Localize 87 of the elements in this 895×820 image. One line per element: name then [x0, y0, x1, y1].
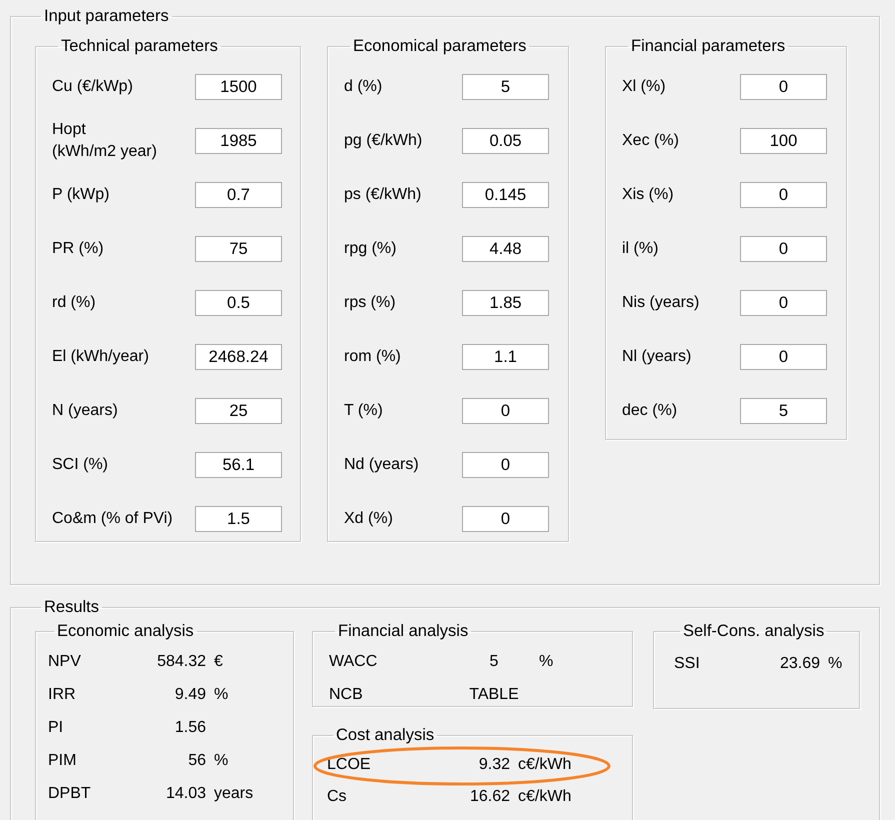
- result-label: NPV: [48, 652, 82, 670]
- field-label: d (%): [344, 77, 384, 97]
- input-field[interactable]: 0.145: [462, 182, 549, 208]
- input-field[interactable]: 1.1: [462, 344, 549, 370]
- input-field[interactable]: 4.48: [462, 236, 549, 262]
- field-label: Nl (years): [622, 347, 692, 367]
- result-label: IRR: [48, 686, 77, 704]
- input-field[interactable]: 0: [740, 344, 827, 370]
- group-title: Economical parameters: [352, 36, 528, 56]
- field-label: Nis (years): [622, 293, 700, 313]
- result-label: WACC: [329, 652, 378, 670]
- field-label: Xd (%): [344, 509, 394, 529]
- result-value: 5: [488, 652, 500, 670]
- field-label: SCI (%): [52, 455, 109, 475]
- result-value: 9.32: [478, 756, 510, 774]
- input-field[interactable]: 0.5: [195, 290, 282, 316]
- field-label: dec (%): [622, 401, 678, 421]
- result-value: 14.03: [164, 784, 206, 802]
- field-label: P (kWp): [52, 185, 110, 205]
- group-title: Technical parameters: [60, 36, 219, 56]
- field-label: T (%): [344, 401, 384, 421]
- field-label: rpg (%): [344, 239, 398, 259]
- input-field[interactable]: 2468.24: [195, 344, 282, 370]
- result-label: SSI: [674, 655, 701, 673]
- input-field[interactable]: 75: [195, 236, 282, 262]
- field-label: Xl (%): [622, 77, 667, 97]
- result-value: TABLE: [468, 686, 520, 704]
- field-label: Cu (€/kWp): [52, 77, 134, 97]
- field-label: ps (€/kWh): [344, 185, 422, 205]
- result-unit: c€/kWh: [518, 788, 572, 806]
- field-label: rps (%): [344, 293, 397, 313]
- result-value: 23.69: [778, 655, 820, 673]
- group-title: Cost analysis: [335, 725, 436, 745]
- field-label: N (years): [52, 401, 119, 421]
- result-unit: %: [214, 752, 228, 770]
- input-field[interactable]: 0: [462, 398, 549, 424]
- input-field[interactable]: 25: [195, 398, 282, 424]
- input-field[interactable]: 0: [740, 74, 827, 100]
- input-field[interactable]: 0.05: [462, 128, 549, 154]
- input-field[interactable]: 1985: [195, 128, 282, 154]
- result-unit: years: [214, 784, 254, 802]
- input-field[interactable]: 56.1: [195, 452, 282, 478]
- result-label: LCOE: [327, 756, 372, 774]
- result-label: PI: [48, 718, 64, 736]
- input-field[interactable]: 1.5: [195, 506, 282, 532]
- field-label: rom (%): [344, 347, 402, 367]
- field-label: Hopt (kWh/m2 year): [52, 120, 158, 162]
- result-value: 1.56: [174, 718, 206, 736]
- field-label: El (kWh/year): [52, 347, 150, 367]
- input-field[interactable]: 0: [740, 290, 827, 316]
- input-field[interactable]: 0: [462, 452, 549, 478]
- result-unit: €: [214, 652, 223, 670]
- group-title: Economic analysis: [56, 621, 195, 641]
- field-label: rd (%): [52, 293, 97, 313]
- input-field[interactable]: 1500: [195, 74, 282, 100]
- field-label: pg (€/kWh): [344, 131, 424, 151]
- input-field[interactable]: 5: [740, 398, 827, 424]
- result-value: 16.62: [468, 788, 510, 806]
- group-title: Input parameters: [43, 6, 170, 26]
- input-field[interactable]: 1.85: [462, 290, 549, 316]
- input-field[interactable]: 0: [740, 182, 827, 208]
- field-label: PR (%): [52, 239, 105, 259]
- field-label: Nd (years): [344, 455, 420, 475]
- result-unit: c€/kWh: [518, 756, 572, 774]
- result-label: NCB: [329, 686, 364, 704]
- result-value: 56: [187, 752, 206, 770]
- group-title: Financial parameters: [630, 36, 786, 56]
- result-unit: %: [539, 652, 554, 670]
- result-label: DPBT: [48, 784, 92, 802]
- result-label: PIM: [48, 752, 78, 770]
- input-field[interactable]: 100: [740, 128, 827, 154]
- field-label: Xec (%): [622, 131, 680, 151]
- group-title: Financial analysis: [337, 621, 470, 641]
- group-title: Results: [43, 597, 100, 617]
- group-title: Self-Cons. analysis: [682, 621, 826, 641]
- input-field[interactable]: 0: [740, 236, 827, 262]
- result-value: 9.49: [174, 686, 206, 704]
- result-unit: %: [214, 686, 228, 704]
- input-field[interactable]: 5: [462, 74, 549, 100]
- field-label: Xis (%): [622, 185, 675, 205]
- result-unit: %: [828, 655, 842, 673]
- result-label: Cs: [327, 788, 348, 806]
- field-label: Co&m (% of PVi): [52, 509, 174, 529]
- field-label: il (%): [622, 239, 660, 259]
- input-field[interactable]: 0.7: [195, 182, 282, 208]
- result-value: 584.32: [156, 652, 206, 670]
- input-field[interactable]: 0: [462, 506, 549, 532]
